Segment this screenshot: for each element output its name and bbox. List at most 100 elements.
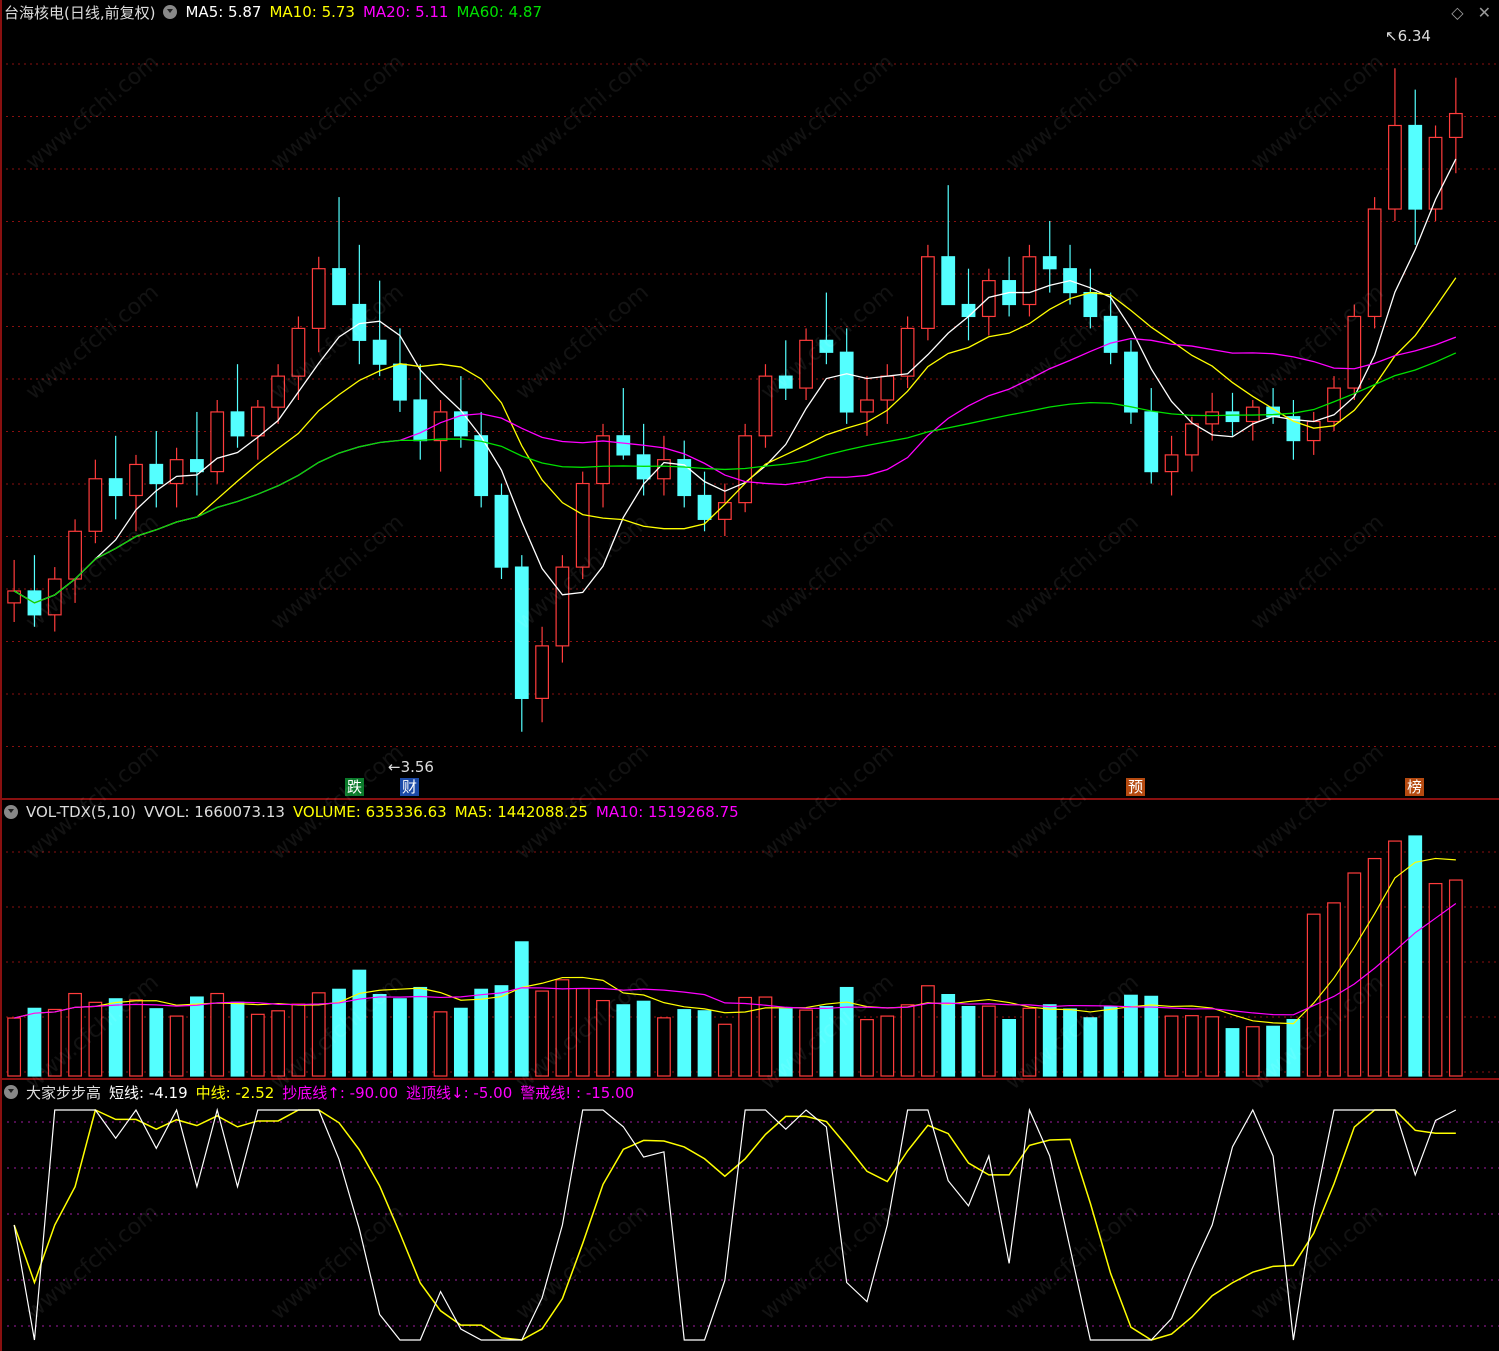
- vol-ma10-line: [14, 903, 1457, 1019]
- ind-name[interactable]: 大家步步高: [26, 1082, 101, 1103]
- candle-body: [149, 463, 164, 485]
- candle-body: [68, 530, 82, 580]
- candle-body: [1083, 291, 1098, 318]
- volume-bar: [677, 1009, 692, 1077]
- ma10-line: [13, 277, 1457, 604]
- candle-body: [271, 375, 286, 408]
- candle-body: [129, 463, 143, 497]
- candle-body: [291, 327, 306, 377]
- volume-bar: [413, 986, 428, 1077]
- candle-body: [250, 406, 265, 437]
- low-price-label: ←3.56: [388, 758, 434, 776]
- candle-body: [1448, 112, 1463, 139]
- candle-body: [941, 256, 956, 306]
- dropdown-icon[interactable]: [163, 5, 178, 19]
- volume-bar: [575, 987, 590, 1077]
- mid-line: [13, 1108, 1456, 1341]
- candle-body: [778, 375, 793, 389]
- volume-bar: [149, 1008, 164, 1077]
- volume-bar: [1286, 1019, 1301, 1077]
- ma20-label: MA20: 5.11: [362, 3, 449, 21]
- candle-body: [311, 268, 326, 329]
- ind-mid: 中线: -2.52: [195, 1083, 275, 1102]
- volume-bar: [697, 1010, 712, 1077]
- volume-bar: [717, 1023, 732, 1077]
- volume-bar: [657, 1017, 671, 1077]
- candle-body: [758, 375, 773, 437]
- candle-body: [697, 494, 712, 520]
- dropdown-icon[interactable]: [4, 805, 18, 819]
- candle-body: [190, 459, 204, 473]
- indicator-panel[interactable]: 大家步步高 短线: -4.19 中线: -2.52 抄底线↑: -90.00 逃…: [0, 1080, 1499, 1351]
- tag-die[interactable]: 跌: [345, 778, 365, 796]
- candle-body: [839, 351, 854, 413]
- candle-body: [961, 303, 976, 318]
- candle-body: [230, 411, 245, 437]
- ma5-label: MA5: 5.87: [185, 3, 262, 21]
- candle-body: [1184, 423, 1199, 456]
- candle-body: [1408, 124, 1423, 210]
- volume-bar: [190, 996, 204, 1077]
- vol-name[interactable]: VOL-TDX(5,10): [26, 803, 136, 821]
- candle-body: [352, 303, 367, 341]
- diamond-icon[interactable]: ◇: [1451, 3, 1463, 22]
- volume-bar: [1144, 995, 1159, 1077]
- candle-body: [1042, 256, 1057, 270]
- volume-bar: [250, 1013, 265, 1077]
- volume-bar: [88, 1001, 103, 1077]
- vol-ma5-line: [14, 857, 1456, 1025]
- volume-bar: [941, 993, 956, 1077]
- ind-bottom: 抄底线↑: -90.00: [282, 1083, 399, 1102]
- indicator-header: 大家步步高 短线: -4.19 中线: -2.52 抄底线↑: -90.00 逃…: [4, 1082, 634, 1102]
- candle-body: [372, 339, 387, 365]
- ind-warn: 警戒线! : -15.00: [520, 1083, 635, 1102]
- ma60-label: MA60: 4.87: [456, 3, 542, 21]
- volume-bar: [981, 1005, 996, 1077]
- indicator-chart[interactable]: [0, 1080, 1499, 1351]
- candle-body: [332, 268, 346, 306]
- volume-bar: [1327, 902, 1341, 1077]
- ind-top: 逃顶线↓: -5.00: [406, 1083, 513, 1102]
- vol-ma5-label: MA5: 1442088.25: [454, 803, 588, 821]
- candle-body: [494, 494, 509, 568]
- candle-body: [799, 339, 813, 389]
- high-price-label: ↖6.34: [1385, 27, 1431, 45]
- volume-bar: [514, 941, 529, 1077]
- volume-bar: [7, 1017, 22, 1077]
- volume-bar: [1083, 1017, 1098, 1077]
- volume-bar: [210, 992, 225, 1077]
- close-icon[interactable]: ✕: [1478, 3, 1491, 22]
- volume-bar: [961, 1005, 976, 1077]
- volume-label: VOLUME: 635336.63: [292, 803, 447, 821]
- stock-title[interactable]: 台海核电(日线,前复权): [4, 2, 155, 23]
- volume-bar: [1367, 857, 1382, 1077]
- ma20-line: [13, 336, 1457, 604]
- price-chart[interactable]: [0, 0, 1499, 800]
- volume-bar: [1103, 1005, 1118, 1077]
- tag-yu[interactable]: 预: [1126, 778, 1146, 796]
- volume-chart[interactable]: [0, 800, 1499, 1080]
- candle-body: [1144, 411, 1159, 473]
- candle-body: [1164, 454, 1179, 473]
- volume-bar: [352, 969, 367, 1077]
- tag-cai[interactable]: 财: [400, 778, 420, 796]
- dropdown-icon[interactable]: [4, 1085, 18, 1099]
- candle-body: [514, 566, 529, 699]
- volume-header: VOL-TDX(5,10) VVOL: 1660073.13 VOLUME: 6…: [4, 802, 739, 822]
- candle-body: [393, 363, 407, 401]
- tag-bang[interactable]: 榜: [1405, 778, 1425, 796]
- candle-body: [981, 280, 996, 318]
- candle-body: [7, 590, 22, 604]
- volume-bar: [129, 999, 143, 1077]
- window-controls: ◇ ✕: [1451, 3, 1491, 22]
- volume-bar: [900, 1004, 915, 1077]
- volume-bar: [453, 1007, 468, 1077]
- candle-body: [819, 339, 834, 353]
- candle-body: [860, 399, 874, 413]
- price-panel[interactable]: 台海核电(日线,前复权) MA5: 5.87 MA10: 5.73 MA20: …: [0, 0, 1499, 800]
- candle-body: [535, 645, 549, 699]
- ind-short: 短线: -4.19: [109, 1083, 188, 1102]
- volume-panel[interactable]: VOL-TDX(5,10) VVOL: 1660073.13 VOLUME: 6…: [0, 800, 1499, 1080]
- candle-body: [1388, 124, 1402, 210]
- ma10-label: MA10: 5.73: [269, 3, 355, 21]
